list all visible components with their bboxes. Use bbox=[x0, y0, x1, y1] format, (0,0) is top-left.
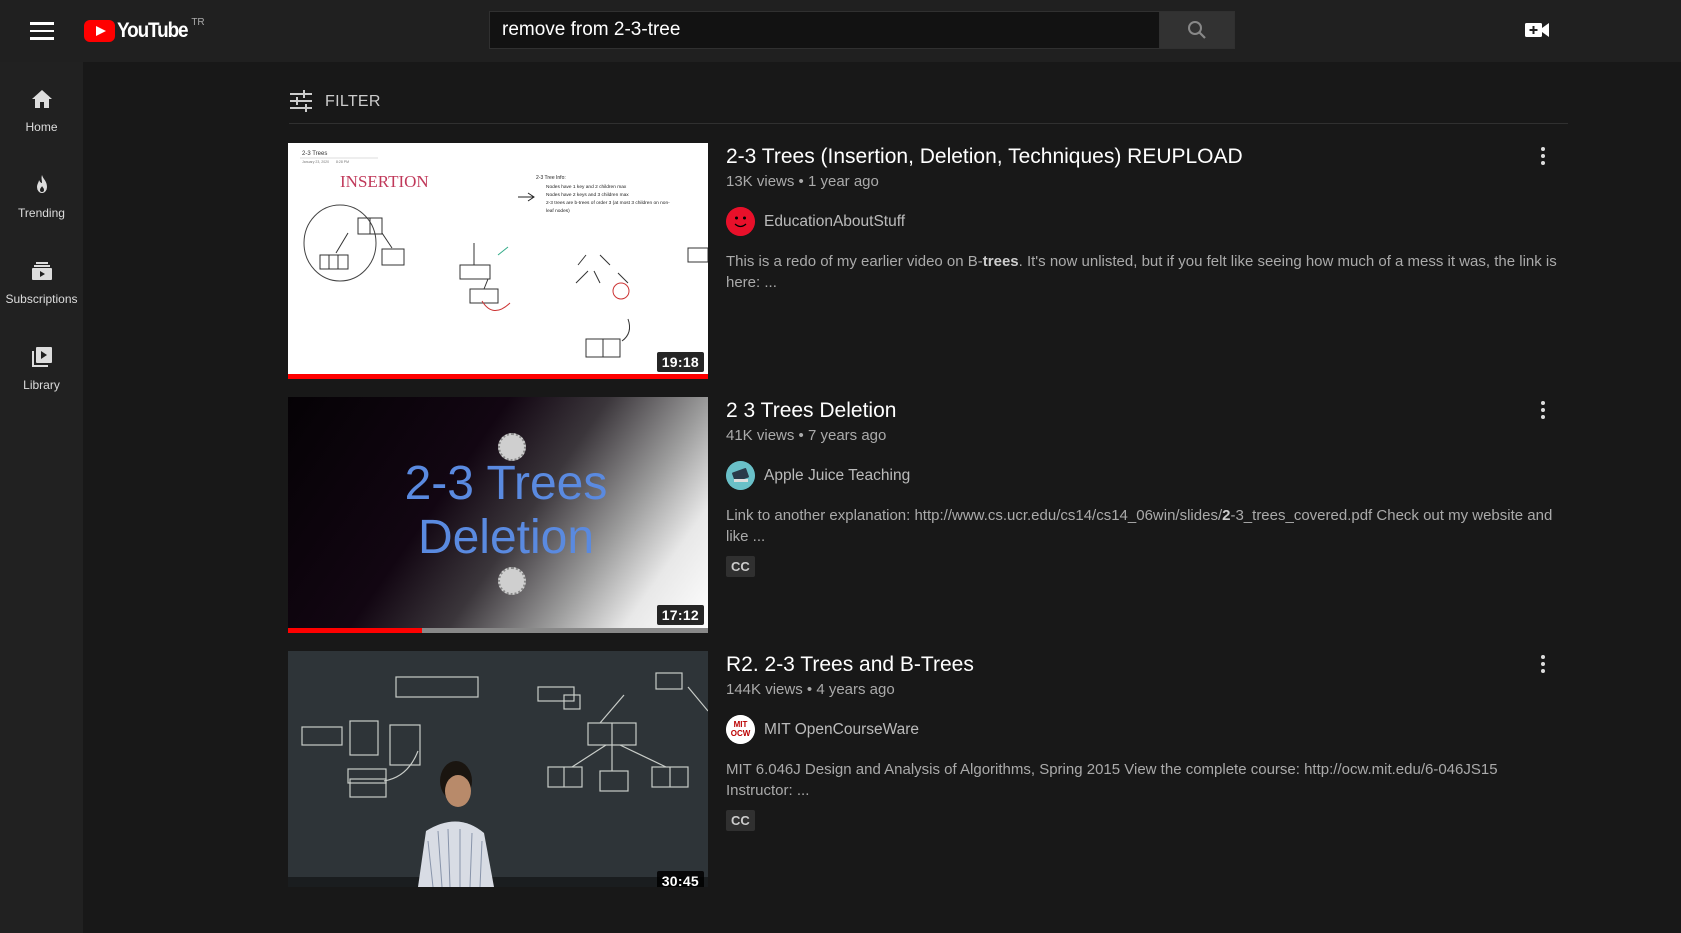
video-result: 30:45 R2. 2-3 Trees and B-Trees 144K vie… bbox=[288, 651, 1568, 887]
video-description: This is a redo of my earlier video on B-… bbox=[726, 253, 1557, 291]
video-title[interactable]: R2. 2-3 Trees and B-Trees bbox=[726, 653, 974, 677]
more-actions-icon[interactable] bbox=[1538, 399, 1548, 421]
watched-progress-bar bbox=[288, 628, 422, 633]
channel-name: Apple Juice Teaching bbox=[764, 466, 911, 484]
view-count: 144K views bbox=[726, 681, 803, 698]
upload-age: 7 years ago bbox=[807, 427, 887, 444]
upload-age: 4 years ago bbox=[816, 681, 895, 698]
create-video-button[interactable] bbox=[1525, 20, 1549, 40]
sidebar-item-label: Library bbox=[23, 378, 60, 392]
channel-avatar bbox=[726, 207, 755, 236]
avatar-line-1: MIT bbox=[734, 720, 748, 729]
video-result: 2-3 Trees January 23, 2020 8:28 PM INSER… bbox=[288, 143, 1568, 379]
channel-avatar: MIT OCW bbox=[726, 715, 755, 744]
hamburger-menu-icon[interactable] bbox=[30, 22, 54, 40]
video-description: MIT 6.046J Design and Analysis of Algori… bbox=[726, 761, 1498, 799]
video-meta: 144K views • 4 years ago bbox=[726, 681, 895, 698]
video-duration: 17:12 bbox=[656, 605, 704, 625]
more-actions-icon[interactable] bbox=[1538, 145, 1548, 167]
search-icon bbox=[1188, 21, 1206, 39]
flame-icon bbox=[29, 172, 55, 198]
more-actions-icon[interactable] bbox=[1538, 653, 1548, 675]
thumb-info-4: leaf nodes) bbox=[546, 208, 570, 214]
logo-text: YouTube bbox=[117, 19, 189, 42]
video-duration: 30:45 bbox=[656, 871, 704, 887]
view-count: 13K views bbox=[726, 173, 795, 190]
sidebar-item-label: Home bbox=[25, 120, 58, 134]
sidebar-item-home[interactable]: Home bbox=[0, 74, 83, 154]
video-meta: 13K views • 1 year ago bbox=[726, 173, 879, 190]
avatar-line-2: OCW bbox=[731, 729, 751, 738]
thumb-date: January 23, 2020 bbox=[302, 160, 329, 164]
sidebar: Home Trending Subscriptions Library bbox=[0, 62, 83, 933]
home-icon bbox=[29, 86, 55, 112]
video-thumbnail[interactable]: 2-3 Trees January 23, 2020 8:28 PM INSER… bbox=[288, 143, 708, 379]
sidebar-item-label: Subscriptions bbox=[5, 292, 78, 306]
filter-sliders-icon bbox=[290, 90, 312, 112]
country-code: TR bbox=[191, 17, 205, 28]
thumb-heading: 2-3 Trees bbox=[302, 151, 327, 157]
sidebar-item-label: Trending bbox=[18, 206, 65, 220]
sidebar-item-trending[interactable]: Trending bbox=[0, 160, 83, 240]
thumb-info-1: Nodes have 1 key and 2 children max bbox=[546, 184, 627, 190]
thumb-info-2: Nodes have 2 keys and 3 children max bbox=[546, 192, 629, 198]
video-thumbnail[interactable]: 2-3 Trees Deletion 17:12 bbox=[288, 397, 708, 633]
watched-progress-bar bbox=[288, 374, 708, 379]
video-duration: 19:18 bbox=[656, 352, 704, 372]
closed-captions-badge: CC bbox=[726, 556, 755, 577]
youtube-logo[interactable]: YouTube TR bbox=[84, 17, 205, 44]
video-description: Link to another explanation: http://www.… bbox=[726, 507, 1553, 545]
channel-avatar bbox=[726, 461, 755, 490]
view-count: 41K views bbox=[726, 427, 795, 444]
channel-link[interactable]: EducationAboutStuff bbox=[726, 207, 905, 236]
thumb-title: 2-3 Trees Deletion bbox=[404, 457, 608, 564]
subscriptions-icon bbox=[29, 258, 55, 284]
video-title[interactable]: 2-3 Trees (Insertion, Deletion, Techniqu… bbox=[726, 145, 1243, 169]
sidebar-item-subscriptions[interactable]: Subscriptions bbox=[0, 246, 83, 326]
whiteboard-thumbnail-image: 2-3 Trees January 23, 2020 8:28 PM INSER… bbox=[300, 151, 708, 358]
search-box[interactable] bbox=[489, 11, 1160, 49]
channel-name: MIT OpenCourseWare bbox=[764, 720, 920, 738]
video-camera-plus-icon bbox=[1525, 23, 1549, 37]
closed-captions-badge: CC bbox=[726, 810, 755, 831]
thumb-time: 8:28 PM bbox=[336, 160, 349, 164]
sidebar-item-library[interactable]: Library bbox=[0, 332, 83, 412]
decor-circle bbox=[498, 567, 526, 595]
video-result: 2-3 Trees Deletion 17:12 2 3 Trees Delet… bbox=[288, 397, 1568, 633]
filter-button[interactable]: FILTER bbox=[289, 88, 1568, 124]
channel-link[interactable]: MIT OCW MIT OpenCourseWare bbox=[726, 715, 919, 744]
search-input[interactable] bbox=[502, 19, 1159, 41]
youtube-play-icon bbox=[84, 20, 115, 42]
search-button[interactable] bbox=[1159, 11, 1235, 49]
upload-age: 1 year ago bbox=[807, 173, 879, 190]
lecture-thumbnail-image bbox=[288, 651, 708, 887]
thumb-info-title: 2-3 Tree Info: bbox=[536, 175, 566, 181]
video-title[interactable]: 2 3 Trees Deletion bbox=[726, 399, 896, 423]
filter-label: FILTER bbox=[325, 93, 381, 110]
masthead: YouTube TR bbox=[0, 0, 1681, 62]
video-thumbnail[interactable]: 30:45 bbox=[288, 651, 708, 887]
thumb-info-3: 2-3 trees are b-trees of order 3 (at mos… bbox=[546, 200, 670, 206]
thumb-insertion: INSERTION bbox=[340, 172, 429, 191]
library-icon bbox=[29, 344, 55, 370]
channel-name: EducationAboutStuff bbox=[764, 212, 906, 230]
video-meta: 41K views • 7 years ago bbox=[726, 427, 887, 444]
channel-link[interactable]: Apple Juice Teaching bbox=[726, 461, 910, 490]
